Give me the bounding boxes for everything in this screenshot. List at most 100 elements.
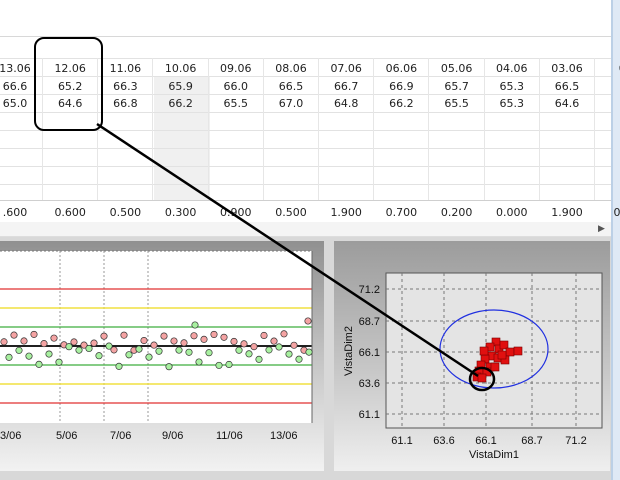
control-x-tick: 13/06 [270, 430, 298, 442]
green-point [55, 358, 63, 366]
green-point [75, 346, 83, 354]
red-point [250, 343, 258, 351]
scatter-point [505, 347, 515, 357]
green-point [65, 343, 73, 351]
scatter-point [490, 362, 500, 372]
red-point [240, 340, 248, 348]
grid-cell[interactable]: 66.8 [98, 97, 152, 110]
grid-cell[interactable]: 66.2 [374, 97, 428, 110]
scatter-chart: 61.1 63.6 66.1 68.7 71.2 71.2 68.7 66.1 63.6 61.1… [343, 272, 603, 461]
column-header[interactable]: 11.06 [98, 62, 152, 75]
total-cell: 0.700 [385, 206, 418, 219]
green-point [195, 358, 203, 366]
total-cell: 1.900 [551, 206, 583, 219]
column-header[interactable]: 03.06 [540, 62, 594, 75]
grid-cell[interactable]: 64.6 [540, 97, 594, 110]
red-point [180, 339, 188, 347]
scatter-y-tick: 71.2 [359, 284, 380, 296]
scatter-x-tick: 61.1 [391, 435, 412, 447]
green-point [235, 346, 243, 354]
total-cell: 0.200 [440, 206, 473, 219]
red-point [120, 331, 128, 339]
green-point [125, 351, 133, 359]
column-header[interactable]: 06.06 [374, 62, 428, 75]
control-chart: 3/06 5/06 7/06 9/06 11/06 13/06 [0, 250, 313, 442]
red-point [304, 317, 312, 325]
grid-row-line [0, 184, 611, 185]
scatter-y-tick: 66.1 [359, 347, 380, 359]
red-point [280, 330, 288, 338]
control-x-tick: 7/06 [110, 430, 131, 442]
green-point [95, 352, 103, 360]
total-cell: 0.2 [613, 206, 620, 219]
scatter-point [479, 346, 489, 356]
grid-cell[interactable]: 65.5 [430, 97, 484, 110]
red-point [190, 332, 198, 340]
horizontal-scrollbar[interactable]: ▶ [0, 222, 611, 237]
red-point [260, 331, 268, 339]
control-x-tick: 5/06 [56, 430, 77, 442]
control-x-tick: 9/06 [162, 430, 183, 442]
red-point [200, 335, 208, 343]
total-cell: 1.900 [330, 206, 362, 219]
red-point [0, 338, 8, 346]
grid-cell[interactable]: 65.5 [209, 97, 263, 110]
green-point [191, 321, 199, 329]
grid-cell[interactable]: 66.7 [319, 80, 373, 93]
grid-cell[interactable]: 66.5 [540, 80, 594, 93]
total-cell: 0.000 [496, 206, 528, 219]
column-header[interactable]: 0 [595, 62, 620, 75]
grid-cell[interactable]: 67.0 [264, 97, 318, 110]
column-header[interactable]: 10.06 [154, 62, 208, 75]
green-point [25, 352, 33, 360]
column-header[interactable]: 04.06 [485, 62, 539, 75]
red-point [90, 339, 98, 347]
red-point [50, 334, 58, 342]
green-point [225, 360, 233, 369]
green-point [5, 353, 13, 361]
red-point [160, 332, 168, 340]
column-header[interactable]: 07.06 [319, 62, 373, 75]
grid-cell[interactable]: 66.3 [98, 80, 152, 93]
green-point [285, 350, 293, 358]
scatter-y-tick: 68.7 [359, 316, 380, 328]
control-chart-panel: 3/06 5/06 7/06 9/06 11/06 13/06 [0, 241, 324, 471]
green-point [155, 347, 163, 355]
green-point [85, 344, 93, 353]
scatter-x-tick: 63.6 [433, 435, 454, 447]
green-point [165, 363, 173, 371]
grid-cell[interactable]: 65.3 [485, 80, 539, 93]
green-point [135, 345, 143, 353]
total-cell: 0.500 [275, 206, 307, 219]
grid-cell[interactable]: 66.9 [374, 80, 428, 93]
grid-cell[interactable]: 66.2 [154, 97, 208, 110]
green-point [175, 346, 183, 354]
red-point [150, 341, 158, 349]
scroll-right-arrow-icon[interactable]: ▶ [598, 223, 605, 234]
grid-cell[interactable]: 65.9 [154, 80, 208, 93]
column-header[interactable]: 05.06 [430, 62, 484, 75]
control-x-tick: 3/06 [0, 430, 21, 442]
red-point [100, 332, 108, 340]
total-cell: .600 [2, 206, 28, 219]
grid-cell[interactable]: 66.5 [264, 80, 318, 93]
grid-cell[interactable]: 66.0 [209, 80, 263, 93]
total-cell: 0.300 [164, 206, 197, 219]
column-header[interactable]: 08.06 [264, 62, 318, 75]
red-point [210, 330, 218, 338]
scatter-y-tick: 63.6 [359, 378, 380, 390]
control-x-tick: 11/06 [216, 430, 243, 442]
scatter-point [477, 373, 487, 383]
total-cell: 0.600 [54, 206, 86, 219]
scatter-y-label: VistaDim2 [343, 326, 355, 376]
scatter-panel: 61.1 63.6 66.1 68.7 71.2 71.2 68.7 66.1 63.6 61.1… [334, 241, 610, 471]
grid-cell[interactable]: 65.3 [485, 97, 539, 110]
grid-row-line [0, 166, 611, 167]
green-point [205, 349, 213, 357]
red-point [220, 333, 228, 341]
grid-cell[interactable]: 65.7 [430, 80, 484, 93]
grid-cell[interactable]: 64.8 [319, 97, 373, 110]
column-header[interactable]: 09.06 [209, 62, 263, 75]
red-point [270, 337, 278, 345]
green-point [265, 346, 273, 354]
